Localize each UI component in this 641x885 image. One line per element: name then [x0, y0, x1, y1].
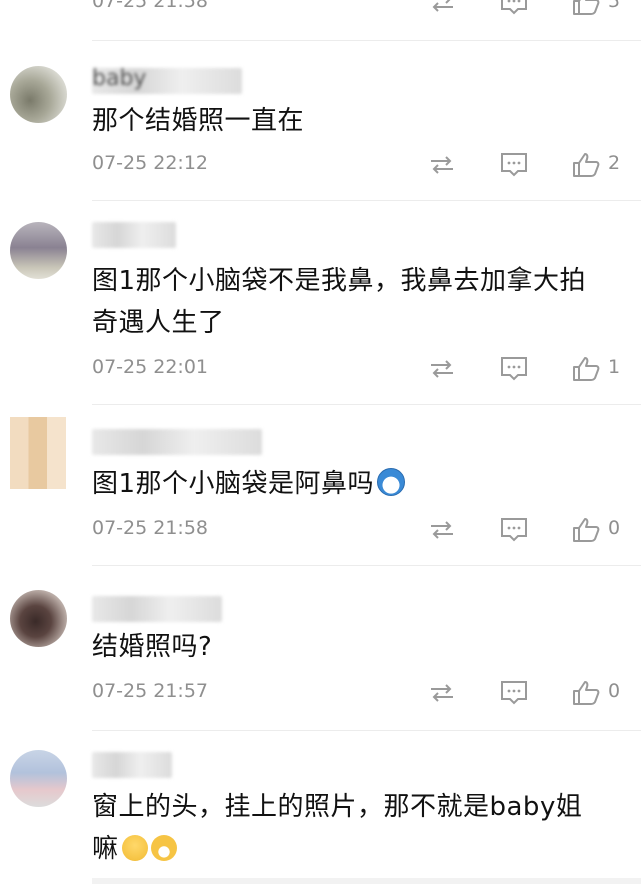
thumbs-up-icon: [573, 681, 600, 705]
comment-meta: 07-25 21:58 5: [92, 0, 632, 20]
like-button[interactable]: 0: [572, 513, 632, 547]
divider: [92, 565, 641, 566]
divider: [92, 404, 641, 405]
comment-time: 07-25 22:12: [92, 152, 209, 174]
like-count: 2: [608, 152, 621, 174]
username-blurred[interactable]: baby: [92, 66, 242, 94]
comment-button[interactable]: [500, 352, 560, 386]
comment-text: 那个结婚照一直在: [92, 100, 622, 142]
grin-emoji-icon: [150, 835, 177, 861]
avatar[interactable]: [10, 417, 66, 489]
like-count: 0: [608, 517, 621, 539]
username-fragment: baby: [92, 66, 147, 91]
comment-line: 图1那个小脑袋是阿鼻吗: [92, 469, 375, 499]
like-count: 5: [608, 0, 621, 12]
avatar[interactable]: [10, 66, 67, 123]
divider: [92, 730, 641, 731]
username-blurred[interactable]: [92, 752, 172, 778]
comment-line: 结婚照吗?: [92, 632, 213, 662]
thumbs-up-icon: [573, 518, 600, 542]
comment-meta: 07-25 21:58 0: [92, 513, 632, 547]
repost-button[interactable]: [428, 148, 488, 182]
comment-button[interactable]: [500, 0, 560, 20]
comment-meta: 07-25 21:57 0: [92, 676, 632, 710]
comment-line: 那个结婚照一直在: [92, 106, 305, 136]
thumbs-up-icon: [573, 153, 600, 177]
repost-icon: [431, 521, 453, 539]
like-count: 0: [608, 680, 621, 702]
username-blurred[interactable]: [92, 429, 262, 455]
comment-icon: [501, 518, 527, 542]
comment-icon: [501, 357, 527, 381]
comment-button[interactable]: [500, 513, 560, 547]
comment-icon: [501, 153, 527, 177]
comment-time: 07-25 21:58: [92, 517, 209, 539]
comment-icon: [501, 681, 527, 705]
like-button[interactable]: 0: [572, 676, 632, 710]
avatar[interactable]: [10, 750, 67, 807]
doraemon-emoji-icon: [377, 468, 406, 496]
thumbs-up-icon: [573, 0, 600, 15]
repost-button[interactable]: [428, 676, 488, 710]
comment-line: 图1那个小脑袋不是我鼻，我鼻去加拿大拍: [92, 266, 587, 296]
repost-icon: [431, 0, 453, 12]
like-button[interactable]: 5: [572, 0, 632, 20]
like-count: 1: [608, 356, 621, 378]
divider: [92, 878, 641, 884]
repost-button[interactable]: [428, 352, 488, 386]
repost-icon: [431, 684, 453, 702]
comment-meta: 07-25 22:01 1: [92, 352, 632, 386]
comment-line: 窗上的头，挂上的照片，那不就是baby姐: [92, 792, 583, 822]
comment-icon: [501, 0, 527, 15]
comment-time: 07-25 21:57: [92, 680, 209, 702]
comment-line: 嘛: [92, 828, 622, 870]
like-button[interactable]: 2: [572, 148, 632, 182]
repost-button[interactable]: [428, 0, 488, 20]
comment-text: 结婚照吗?: [92, 626, 622, 668]
username-blurred[interactable]: [92, 596, 222, 622]
like-button[interactable]: 1: [572, 352, 632, 386]
divider: [92, 40, 641, 41]
avatar[interactable]: [10, 590, 67, 647]
divider: [92, 200, 641, 201]
comment-text: 图1那个小脑袋不是我鼻，我鼻去加拿大拍 奇遇人生了: [92, 260, 622, 344]
comment-line: 奇遇人生了: [92, 308, 225, 338]
smile-emoji-icon: [121, 835, 148, 861]
comment-meta: 07-25 22:12 2: [92, 148, 632, 182]
repost-icon: [431, 156, 453, 174]
repost-icon: [431, 360, 453, 378]
comment-button[interactable]: [500, 676, 560, 710]
avatar[interactable]: [10, 222, 67, 279]
comment-text: 图1那个小脑袋是阿鼻吗: [92, 463, 622, 505]
username-blurred[interactable]: [92, 222, 176, 248]
comment-button[interactable]: [500, 148, 560, 182]
comment-time: 07-25 21:58: [92, 0, 209, 12]
thumbs-up-icon: [573, 357, 600, 381]
repost-button[interactable]: [428, 513, 488, 547]
comment-text: 窗上的头，挂上的照片，那不就是baby姐 嘛: [92, 786, 622, 870]
comment-time: 07-25 22:01: [92, 356, 209, 378]
